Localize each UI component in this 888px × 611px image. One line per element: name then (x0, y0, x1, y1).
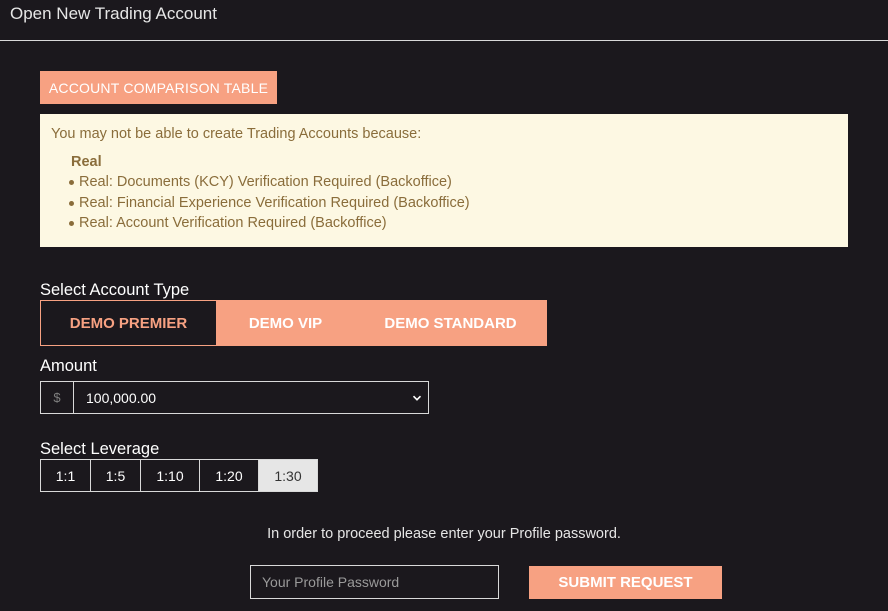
currency-symbol: $ (41, 382, 74, 413)
leverage-option-1-30[interactable]: 1:30 (258, 459, 318, 492)
leverage-selector: 1:1 1:5 1:10 1:20 1:30 (40, 459, 318, 492)
leverage-option-1-10[interactable]: 1:10 (140, 459, 200, 492)
password-prompt: In order to proceed please enter your Pr… (267, 526, 621, 542)
warning-notice: You may not be able to create Trading Ac… (40, 114, 848, 247)
chevron-down-icon (412, 395, 422, 401)
account-type-selector: DEMO PREMIER DEMO VIP DEMO STANDARD (40, 300, 547, 346)
page-header: Open New Trading Account (0, 0, 888, 41)
amount-input-group: $ 100,000.00 (40, 381, 429, 414)
profile-password-input[interactable] (250, 565, 499, 599)
account-type-label: Select Account Type (40, 281, 190, 299)
notice-item: Real: Financial Experience Verification … (69, 193, 837, 214)
submit-request-button[interactable]: SUBMIT REQUEST (529, 566, 722, 599)
leverage-option-1-5[interactable]: 1:5 (90, 459, 141, 492)
leverage-option-1-1[interactable]: 1:1 (40, 459, 91, 492)
account-type-demo-standard[interactable]: DEMO STANDARD (354, 300, 547, 346)
notice-item: Real: Account Verification Required (Bac… (69, 213, 837, 234)
notice-intro: You may not be able to create Trading Ac… (51, 126, 422, 142)
account-type-demo-vip[interactable]: DEMO VIP (217, 300, 354, 346)
notice-list: Real: Documents (KCY) Verification Requi… (51, 172, 837, 234)
page-title: Open New Trading Account (10, 4, 217, 23)
account-comparison-table-button[interactable]: ACCOUNT COMPARISON TABLE (40, 71, 277, 104)
amount-label: Amount (40, 357, 97, 375)
amount-value: 100,000.00 (86, 389, 157, 406)
amount-select[interactable]: 100,000.00 (74, 382, 428, 413)
account-type-demo-premier[interactable]: DEMO PREMIER (40, 300, 217, 346)
leverage-label: Select Leverage (40, 440, 160, 458)
leverage-option-1-20[interactable]: 1:20 (199, 459, 259, 492)
notice-item: Real: Documents (KCY) Verification Requi… (69, 172, 837, 193)
notice-group-title: Real (71, 154, 102, 170)
